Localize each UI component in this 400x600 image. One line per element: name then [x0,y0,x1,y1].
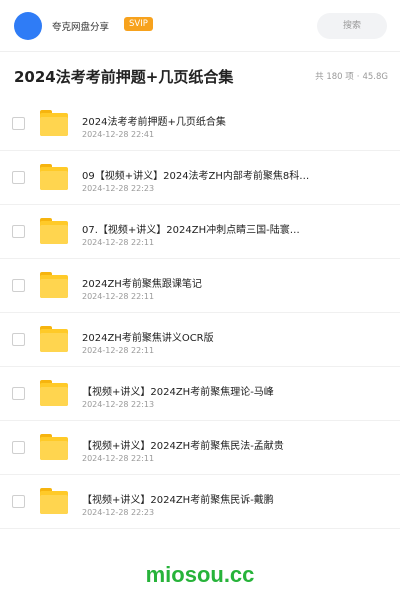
list-item[interactable]: 【视频+讲义】2024ZH考前聚焦民法-孟献贵 2024-12-28 22:11 [0,421,400,475]
list-item[interactable]: 09【视频+讲义】2024法考ZH内部考前聚焦8科… 2024-12-28 22:… [0,151,400,205]
list-item[interactable]: 2024法考考前押题+几页纸合集 2024-12-28 22:41 [0,97,400,151]
item-date: 2024-12-28 22:11 [82,346,155,355]
item-name[interactable]: 09【视频+讲义】2024法考ZH内部考前聚焦8科… [82,167,327,182]
folder-icon [40,488,68,514]
item-count: 共 180 项 [315,72,354,82]
folder-icon [40,218,68,244]
total-size: 45.8G [362,72,388,82]
folder-meta: 共 180 项 · 45.8G [315,70,388,82]
app-name: 夸克网盘分享 [52,22,110,33]
folder-icon [40,110,68,136]
item-date: 2024-12-28 22:13 [82,400,155,409]
folder-icon [40,434,68,460]
item-name[interactable]: 【视频+讲义】2024ZH考前聚焦理论-马峰 [82,383,327,398]
item-name[interactable]: 2024ZH考前聚焦讲义OCR版 [82,329,327,344]
list-item[interactable]: 2024ZH考前聚焦讲义OCR版 2024-12-28 22:11 [0,313,400,367]
item-name[interactable]: 【视频+讲义】2024ZH考前聚焦民诉-戴鹏 [82,491,327,506]
list-item[interactable]: 【视频+讲义】2024ZH考前聚焦民诉-戴鹏 2024-12-28 22:23 [0,475,400,529]
folder-icon [40,272,68,298]
select-checkbox[interactable] [12,333,25,346]
folder-icon [40,326,68,352]
item-date: 2024-12-28 22:41 [82,130,155,139]
select-checkbox[interactable] [12,279,25,292]
list-item[interactable]: 07.【视频+讲义】2024ZH冲刺点睛三国-陆寰… 2024-12-28 22:… [0,205,400,259]
item-name[interactable]: 07.【视频+讲义】2024ZH冲刺点睛三国-陆寰… [82,221,327,236]
folder-header: 2024法考考前押题+几页纸合集 共 180 项 · 45.8G [0,53,400,99]
select-checkbox[interactable] [12,495,25,508]
item-name[interactable]: 【视频+讲义】2024ZH考前聚焦民法-孟献贵 [82,437,327,452]
select-checkbox[interactable] [12,387,25,400]
avatar[interactable] [14,12,42,40]
list-item[interactable]: 【视频+讲义】2024ZH考前聚焦理论-马峰 2024-12-28 22:13 [0,367,400,421]
search-input[interactable]: 搜索 [317,13,387,39]
list-item[interactable]: 2024ZH考前聚焦跟课笔记 2024-12-28 22:11 [0,259,400,313]
item-date: 2024-12-28 22:11 [82,238,155,247]
select-checkbox[interactable] [12,117,25,130]
select-checkbox[interactable] [12,171,25,184]
folder-icon [40,164,68,190]
meta-separator: · [356,72,360,82]
page-title: 2024法考考前押题+几页纸合集 [14,68,234,86]
item-date: 2024-12-28 22:23 [82,184,155,193]
watermark: miosou.cc [145,562,255,587]
item-name[interactable]: 2024ZH考前聚焦跟课笔记 [82,275,327,290]
file-list: 2024法考考前押题+几页纸合集 2024-12-28 22:41 09【视频+讲义… [0,97,400,529]
item-date: 2024-12-28 22:11 [82,454,155,463]
select-checkbox[interactable] [12,225,25,238]
item-name[interactable]: 2024法考考前押题+几页纸合集 [82,113,327,128]
svip-badge: SVIP [124,17,153,31]
item-date: 2024-12-28 22:11 [82,292,155,301]
top-bar: 夸克网盘分享 SVIP 搜索 [0,0,400,52]
folder-icon [40,380,68,406]
select-checkbox[interactable] [12,441,25,454]
item-date: 2024-12-28 22:23 [82,508,155,517]
